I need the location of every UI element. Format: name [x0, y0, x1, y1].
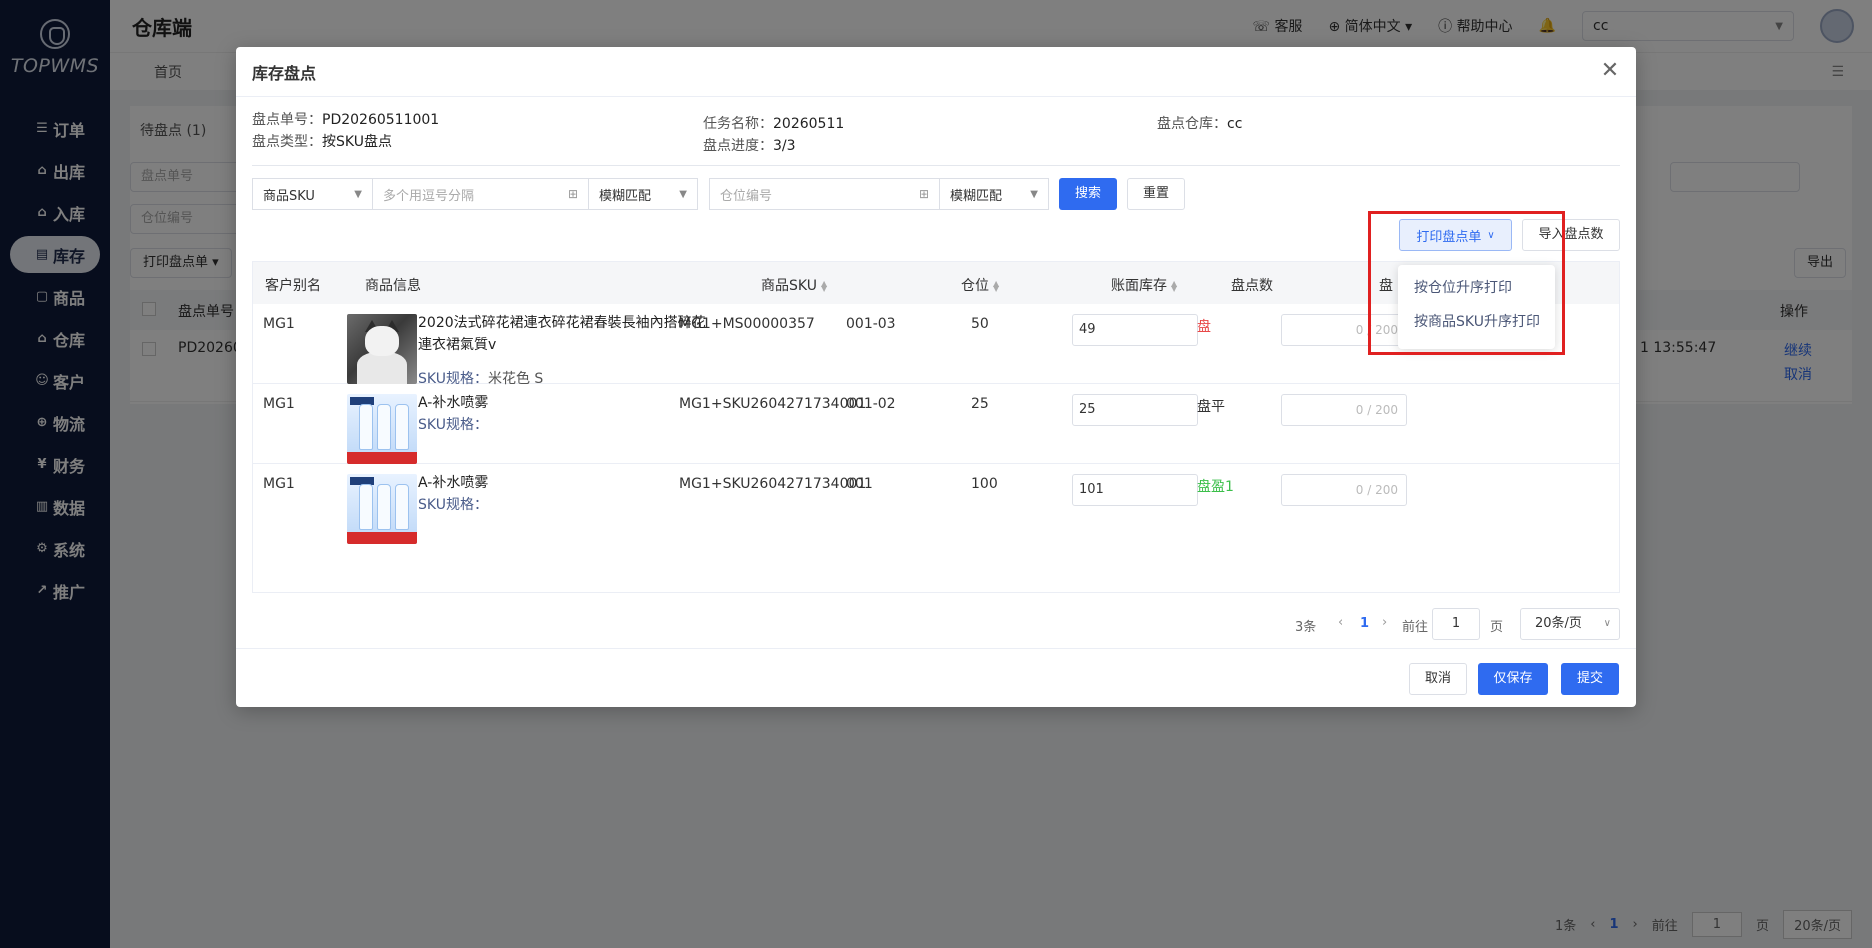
modal-title: 库存盘点	[236, 47, 1636, 97]
product-name: 2020法式碎花裙連衣碎花裙春裝長袖內搭碎花 連衣裙氣質v	[418, 315, 706, 353]
customer-alias: MG1	[263, 476, 295, 492]
print-check-sheet-button[interactable]: 打印盘点单 ∨	[1399, 219, 1512, 251]
order-no-info: 盘点单号：PD20260511001	[252, 112, 440, 128]
book-stock: 100	[971, 476, 998, 492]
product-spec: SKU规格：	[418, 497, 488, 513]
warehouse-info: 盘点仓库：cc	[1157, 116, 1243, 132]
product-sku: MG1+MS00000357	[679, 316, 815, 332]
col-sku[interactable]: 商品SKU ▲ ▼	[761, 275, 827, 295]
col-customer-alias: 客户别名	[265, 278, 321, 294]
remark-input[interactable]: 0 / 200	[1281, 314, 1407, 346]
import-count-button[interactable]: 导入盘点数	[1522, 219, 1620, 251]
col-goods-info: 商品信息	[365, 278, 421, 294]
sku-type-select[interactable]: 商品SKU ▼	[253, 179, 373, 209]
count-input[interactable]: 25	[1072, 394, 1198, 426]
sku-filter-group: 商品SKU ▼ 多个用逗号分隔 ⊞ 模糊匹配 ▼	[252, 178, 698, 210]
chevron-down-icon: ▼	[354, 188, 362, 200]
progress-info: 盘点进度：3/3	[703, 138, 796, 154]
product-spec: SKU规格：	[418, 417, 488, 433]
col-location[interactable]: 仓位 ▲ ▼	[961, 275, 999, 295]
table-row: MG1 A-补水喷雾 SKU规格： MG1+SKU2604271734001 001-0…	[253, 384, 1619, 464]
print-menu: 按仓位升序打印 按商品SKU升序打印	[1398, 265, 1555, 349]
product-name: A-补水喷雾	[418, 475, 489, 491]
location-input[interactable]: 仓位编号 ⊞	[710, 179, 940, 209]
close-icon[interactable]: ✕	[1598, 59, 1622, 83]
product-sku: MG1+SKU2604271734001	[679, 396, 867, 412]
pager-total: 3条	[1295, 620, 1317, 635]
location: 001-03	[846, 316, 896, 332]
count-input[interactable]: 101	[1072, 474, 1198, 506]
table-row: MG1 A-补水喷雾 SKU规格： MG1+SKU2604271734001 001 10…	[253, 464, 1619, 544]
print-by-sku-item[interactable]: 按商品SKU升序打印	[1398, 305, 1555, 339]
sku-input[interactable]: 多个用逗号分隔 ⊞	[373, 179, 589, 209]
pager-current[interactable]: 1	[1360, 616, 1369, 631]
sort-icon[interactable]: ▲ ▼	[1171, 280, 1177, 293]
expand-icon[interactable]: ⊞	[919, 187, 929, 201]
next-page-icon[interactable]: ›	[1382, 615, 1387, 630]
prev-page-icon[interactable]: ‹	[1338, 615, 1343, 630]
divider	[252, 165, 1620, 166]
footer-divider	[236, 648, 1636, 649]
page-size-select[interactable]: 20条/页 ∨	[1520, 608, 1620, 640]
chevron-down-icon: ∨	[1487, 229, 1495, 241]
pager-goto-label: 前往	[1402, 620, 1429, 635]
sort-icon[interactable]: ▲ ▼	[993, 280, 999, 293]
save-only-button[interactable]: 仅保存	[1478, 663, 1548, 695]
remark-input[interactable]: 0 / 200	[1281, 394, 1407, 426]
chevron-down-icon: ▼	[679, 188, 687, 200]
cancel-button[interactable]: 取消	[1409, 663, 1467, 695]
sku-match-select[interactable]: 模糊匹配 ▼	[589, 179, 697, 209]
inventory-check-modal: 库存盘点 ✕ 盘点单号：PD20260511001 盘点类型：按SKU盘点 任务…	[236, 47, 1636, 707]
count-input[interactable]: 49	[1072, 314, 1198, 346]
remark-input[interactable]: 0 / 200	[1281, 474, 1407, 506]
submit-button[interactable]: 提交	[1561, 663, 1619, 695]
count-result: 盘	[1197, 319, 1211, 335]
expand-icon[interactable]: ⊞	[568, 187, 578, 201]
col-result: 盘	[1379, 278, 1393, 294]
check-type-info: 盘点类型：按SKU盘点	[252, 134, 392, 150]
count-result: 盘平	[1197, 399, 1225, 415]
pagination: 3条 ‹ 1 › 前往 1 页 20条/页 ∨	[236, 608, 1636, 640]
chevron-down-icon: ▼	[1030, 188, 1038, 200]
reset-button[interactable]: 重置	[1127, 178, 1185, 210]
task-name-info: 任务名称：20260511	[703, 116, 845, 132]
product-sku: MG1+SKU2604271734001	[679, 476, 867, 492]
location-match-select[interactable]: 模糊匹配 ▼	[940, 179, 1048, 209]
chevron-down-icon: ∨	[1603, 618, 1611, 629]
col-book-stock[interactable]: 账面库存 ▲ ▼	[1111, 275, 1177, 295]
location: 001	[846, 476, 873, 492]
product-image	[347, 394, 417, 464]
location-filter-group: 仓位编号 ⊞ 模糊匹配 ▼	[709, 178, 1049, 210]
sort-icon[interactable]: ▲ ▼	[821, 280, 827, 293]
customer-alias: MG1	[263, 396, 295, 412]
product-image	[347, 314, 417, 384]
book-stock: 25	[971, 396, 989, 412]
location: 001-02	[846, 396, 896, 412]
col-count: 盘点数	[1231, 278, 1273, 294]
customer-alias: MG1	[263, 316, 295, 332]
pager-goto-input[interactable]: 1	[1432, 608, 1480, 640]
print-by-location-item[interactable]: 按仓位升序打印	[1398, 271, 1555, 305]
count-result: 盘盈1	[1197, 479, 1234, 495]
pager-page-label: 页	[1490, 620, 1504, 635]
search-button[interactable]: 搜索	[1059, 178, 1117, 210]
product-name: A-补水喷雾	[418, 395, 489, 411]
product-image	[347, 474, 417, 544]
book-stock: 50	[971, 316, 989, 332]
